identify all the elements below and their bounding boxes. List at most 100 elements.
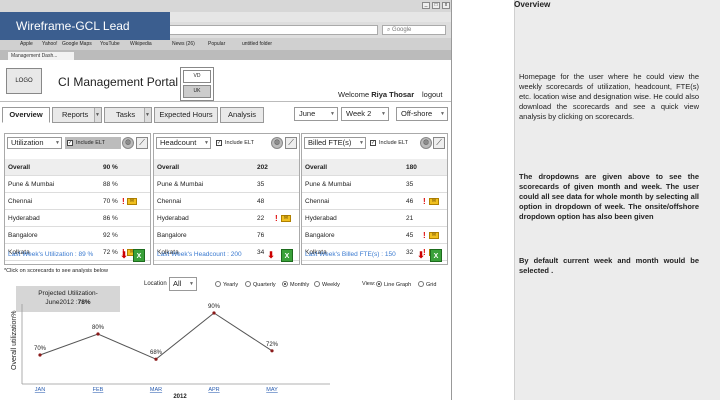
search-input[interactable]: ⌕ Google [382,25,446,35]
chart-marks: 70% JAN 80% FEB 68% MAR 90% APR 72% MAY [34,304,279,393]
globe-icon[interactable]: ◍ [271,137,283,149]
include-elt-label: Include ELT [76,140,105,146]
include-elt-toggle[interactable]: ✓ Include ELT [65,137,121,149]
tab-expected-hours[interactable]: Expected Hours [154,107,218,123]
pdf-icon[interactable]: ⬇ [416,249,426,261]
period-label: Quarterly [253,282,276,288]
excel-icon[interactable]: X [133,249,145,262]
row-name: Overall [157,164,180,171]
x-tick-label[interactable]: MAY [266,387,278,393]
trend-icon[interactable]: ⟋ [433,137,445,149]
bookmark-popular[interactable]: Popular [208,38,225,50]
row-value: 21 [406,215,414,222]
mail-icon[interactable]: ✉ [127,198,137,205]
data-point[interactable] [96,332,100,336]
row-value: 180 [406,164,417,171]
maximize-button[interactable]: □ [432,2,440,9]
data-label: 68% [150,350,163,356]
excel-icon[interactable]: X [281,249,293,262]
globe-icon[interactable]: ◍ [122,137,134,149]
view-label: View: [362,281,376,287]
pdf-icon[interactable]: ⬇ [119,249,129,261]
row-value: 70 % [103,198,118,205]
address-bar[interactable] [168,25,378,35]
row-value: 92 % [103,232,118,239]
row-value: 72 % [103,249,118,256]
view-label-line: Line Graph [384,282,412,288]
metric-select[interactable]: Headcount ▼ [156,137,211,149]
row-name: Bangalore [305,232,335,239]
trend-icon[interactable]: ⟋ [136,137,148,149]
region-uk-button[interactable]: UK [183,85,211,98]
table-row: Chennai 70 %! ✉ [5,193,150,210]
view-label-grid: Grid [426,282,437,288]
period-yearly[interactable]: Yearly [215,281,238,288]
trend-icon[interactable]: ⟋ [285,137,297,149]
radio-icon [418,281,424,287]
row-value: 202 [257,164,268,171]
include-elt-toggle[interactable]: ✓ Include ELT [214,137,270,149]
row-name: Chennai [305,198,330,205]
alert-icon: ! [423,231,426,240]
globe-icon[interactable]: ◍ [420,137,432,149]
view-line-graph[interactable]: Line Graph [376,281,411,288]
data-label: 72% [266,342,279,348]
analysis-location-select[interactable]: All ▼ [169,277,197,291]
row-value: 86 % [103,215,118,222]
y-axis-label: Overall utilization% [11,310,18,370]
tab-overview[interactable]: Overview [2,107,50,123]
pdf-icon[interactable]: ⬇ [266,249,276,261]
table-row: Pune & Mumbai 88 % [5,176,150,193]
data-point[interactable] [212,311,216,315]
radio-selected-icon [376,281,382,287]
include-elt-toggle[interactable]: ✓ Include ELT [368,137,418,149]
bookmark-untitled-folder[interactable]: untitled folder [242,38,272,50]
x-tick-label[interactable]: JAN [35,387,45,393]
period-monthly[interactable]: Monthly [282,281,309,288]
x-tick-label[interactable]: FEB [93,387,104,393]
location-scope-select[interactable]: Off-shore ▼ [396,107,448,121]
logout-link[interactable]: logout [422,90,442,99]
analysis-location-label: Location [144,281,167,287]
week-select[interactable]: Week 2 ▼ [341,107,389,121]
close-button[interactable]: x [442,2,450,9]
table-row: Pune & Mumbai 35 [302,176,447,193]
browser-tab[interactable]: Management Dash... [8,52,74,60]
excel-icon[interactable]: X [430,249,442,262]
month-select[interactable]: June ▼ [294,107,338,121]
minimize-button[interactable]: _ [422,2,430,9]
analysis-location-value: All [173,279,182,288]
period-label: Yearly [223,282,239,288]
data-point[interactable] [38,353,42,357]
scorecard-billed-fte[interactable]: Billed FTE(s) ▼ ✓ Include ELT ◍ ⟋ Overall 1… [301,133,448,265]
row-value: 32 [406,249,414,256]
x-tick-label[interactable]: APR [208,387,219,393]
bookmark-news[interactable]: News (26) [172,38,195,50]
tab-analysis[interactable]: Analysis [220,107,264,123]
row-value: 76 [257,232,265,239]
data-point[interactable] [154,357,158,361]
checkbox-icon: ✓ [216,140,222,146]
radio-icon [314,281,320,287]
period-weekly[interactable]: Weekly [314,281,340,288]
region-vd-button[interactable]: VD [183,70,211,83]
scorecard-utilization[interactable]: Utilization ▼ ✓ Include ELT ◍ ⟋ Overall 90 … [4,133,151,265]
row-value: 34 [257,249,265,256]
tab-reports[interactable]: Reports ▼ [52,107,102,123]
x-tick-label[interactable]: MAR [150,387,162,393]
row-name: Hyderabad [157,215,189,222]
scorecard-headcount[interactable]: Headcount ▼ ✓ Include ELT ◍ ⟋ Overall 202 P… [153,133,300,265]
period-quarterly[interactable]: Quarterly [245,281,276,288]
metric-value: Billed FTE(s) [308,138,352,147]
metric-select[interactable]: Billed FTE(s) ▼ [304,137,366,149]
table-row: Hyderabad 21 [302,210,447,227]
mail-icon[interactable]: ✉ [281,215,291,222]
view-grid[interactable]: Grid [418,281,436,288]
row-name: Pune & Mumbai [8,181,55,188]
mail-icon[interactable]: ✉ [429,232,439,239]
mail-icon[interactable]: ✉ [429,198,439,205]
data-point[interactable] [270,349,274,353]
tab-tasks[interactable]: Tasks ▼ [104,107,152,123]
row-name: Chennai [157,198,182,205]
metric-select[interactable]: Utilization ▼ [7,137,62,149]
